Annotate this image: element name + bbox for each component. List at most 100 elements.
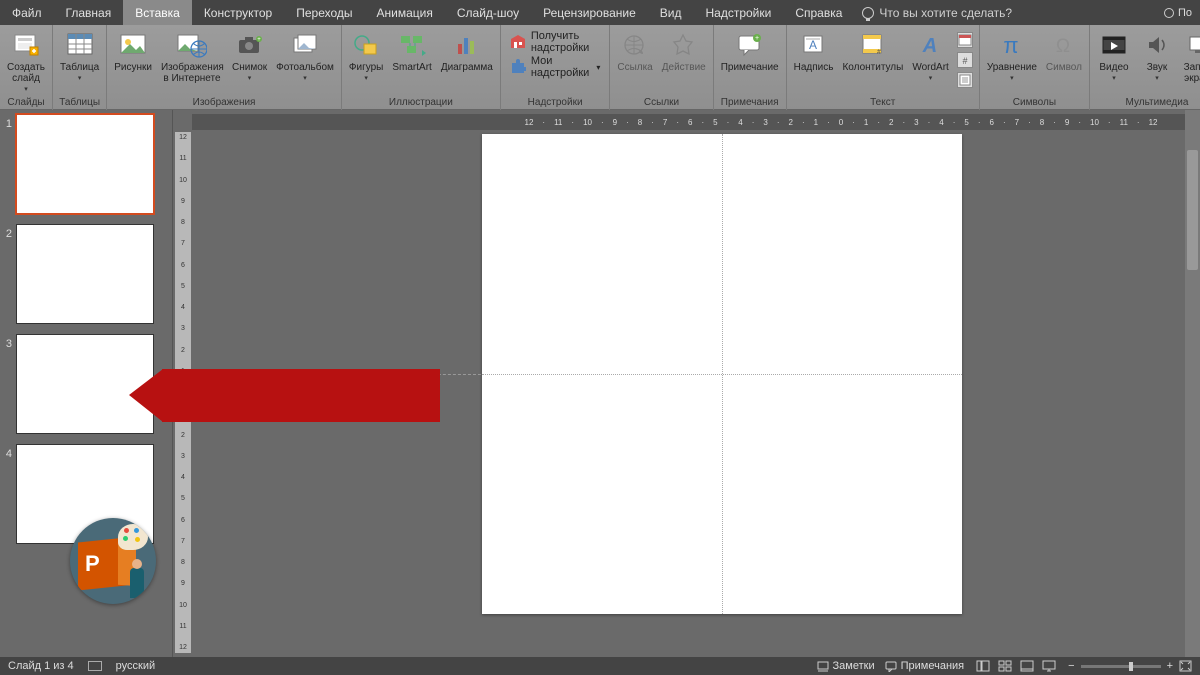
group-label-media: Мультимедиа <box>1090 95 1200 110</box>
group-media: Видео ▾ Звук ▾ Запись экрана Мультимедиа <box>1090 25 1200 110</box>
group-illustrations: Фигуры ▾ SmartArt Диаграмма Иллюстрации <box>342 25 501 110</box>
slide-number-button[interactable]: # <box>957 52 973 68</box>
online-pictures-button[interactable]: Изображения в Интернете <box>157 28 227 86</box>
tab-review[interactable]: Рецензирование <box>531 0 648 25</box>
normal-view-button[interactable] <box>974 659 992 673</box>
svg-text:A: A <box>921 35 936 57</box>
link-icon <box>620 30 650 60</box>
new-slide-button[interactable]: Создать слайд ▾ <box>3 28 49 95</box>
tab-view[interactable]: Вид <box>648 0 694 25</box>
table-button[interactable]: Таблица ▾ <box>56 28 103 84</box>
photo-album-button[interactable]: Фотоальбом ▾ <box>272 28 338 84</box>
svg-text:#: # <box>962 56 967 66</box>
status-bar: Слайд 1 из 4 русский Заметки Примечания … <box>0 657 1200 675</box>
svg-text:+: + <box>755 35 759 42</box>
tab-file[interactable]: Файл <box>0 0 54 25</box>
group-label-text: Текст <box>787 95 979 110</box>
notes-icon <box>817 661 829 672</box>
symbol-button[interactable]: Ω Символ <box>1042 28 1086 75</box>
zoom-in-button[interactable]: + <box>1167 660 1173 672</box>
get-addins-button[interactable]: Получить надстройки <box>510 31 601 53</box>
slide-thumbnail-1[interactable] <box>16 114 154 214</box>
symbol-icon: Ω <box>1049 30 1079 60</box>
tab-slideshow[interactable]: Слайд-шоу <box>445 0 531 25</box>
shapes-button[interactable]: Фигуры ▾ <box>345 28 387 84</box>
sorter-view-button[interactable] <box>996 659 1014 673</box>
group-label-tables: Таблицы <box>53 95 106 110</box>
tab-help[interactable]: Справка <box>783 0 854 25</box>
pictures-button[interactable]: Рисунки <box>110 28 156 75</box>
picture-icon <box>118 30 148 60</box>
annotation-arrow <box>129 369 440 422</box>
video-button[interactable]: Видео ▾ <box>1093 28 1135 84</box>
tell-me-label: Что вы хотите сделать? <box>879 6 1012 20</box>
chart-button[interactable]: Диаграмма <box>437 28 497 75</box>
language-indicator[interactable]: русский <box>116 660 155 672</box>
dropdown-arrow-icon: ▾ <box>1112 74 1116 82</box>
object-button[interactable] <box>957 72 973 88</box>
group-label-links: Ссылки <box>610 95 712 110</box>
photo-album-icon <box>290 30 320 60</box>
notes-button[interactable]: Заметки <box>817 660 875 672</box>
comments-button[interactable]: Примечания <box>885 660 965 672</box>
screen-recording-button[interactable]: Запись экрана <box>1179 28 1200 86</box>
camera-icon: + <box>235 30 265 60</box>
thumb-number: 2 <box>0 224 16 324</box>
hyperlink-button[interactable]: Ссылка <box>613 28 656 75</box>
new-slide-icon <box>11 30 41 60</box>
dropdown-arrow-icon: ▾ <box>596 63 600 72</box>
audio-button[interactable]: Звук ▾ <box>1136 28 1178 84</box>
zoom-control[interactable]: − + <box>1068 660 1192 672</box>
smartart-icon <box>397 30 427 60</box>
reading-view-button[interactable] <box>1018 659 1036 673</box>
date-time-button[interactable] <box>957 32 973 48</box>
fit-to-window-button[interactable] <box>1179 660 1192 672</box>
horizontal-guide <box>482 374 962 375</box>
wordart-button[interactable]: A WordArt ▾ <box>908 28 953 84</box>
group-text: A Надпись # Колонтитулы A WordArt ▾ # Те… <box>787 25 980 110</box>
header-footer-button[interactable]: # Колонтитулы <box>838 28 907 75</box>
dropdown-arrow-icon: ▾ <box>303 74 307 82</box>
action-button[interactable]: Действие <box>658 28 710 75</box>
textbox-button[interactable]: A Надпись <box>790 28 838 75</box>
tab-insert[interactable]: Вставка <box>123 0 192 25</box>
tab-home[interactable]: Главная <box>54 0 124 25</box>
group-comments: + Примечание Примечания <box>714 25 787 110</box>
group-slides: Создать слайд ▾ Слайды <box>0 25 53 110</box>
svg-text:Ω: Ω <box>1056 36 1070 57</box>
zoom-out-button[interactable]: − <box>1068 660 1074 672</box>
group-symbols: π Уравнение ▾ Ω Символ Символы <box>980 25 1090 110</box>
textbox-icon: A <box>799 30 829 60</box>
group-tables: Таблица ▾ Таблицы <box>53 25 107 110</box>
slide-thumbnail-2[interactable] <box>16 224 154 324</box>
tab-animations[interactable]: Анимация <box>365 0 445 25</box>
action-icon <box>669 30 699 60</box>
tell-me-search[interactable]: Что вы хотите сделать? <box>862 0 1012 25</box>
account-button[interactable]: По <box>1164 0 1192 25</box>
thumb-number: 1 <box>0 114 16 214</box>
vertical-scrollbar[interactable] <box>1185 110 1200 657</box>
slideshow-view-button[interactable] <box>1040 659 1058 673</box>
powerpoint-badge-icon: P <box>70 518 156 604</box>
zoom-slider[interactable] <box>1081 665 1161 668</box>
store-icon <box>510 34 526 50</box>
svg-text:π: π <box>1003 33 1018 58</box>
tab-transitions[interactable]: Переходы <box>284 0 364 25</box>
tab-design[interactable]: Конструктор <box>192 0 284 25</box>
equation-button[interactable]: π Уравнение ▾ <box>983 28 1041 84</box>
screen-recording-icon <box>1185 30 1200 60</box>
screenshot-button[interactable]: + Снимок ▾ <box>228 28 271 84</box>
video-icon <box>1099 30 1129 60</box>
comment-icon: + <box>735 30 765 60</box>
thumb-number: 4 <box>0 444 16 544</box>
new-comment-button[interactable]: + Примечание <box>717 28 783 75</box>
spellcheck-icon[interactable] <box>88 661 102 671</box>
scrollbar-thumb[interactable] <box>1187 150 1198 270</box>
account-label: По <box>1178 7 1192 19</box>
dropdown-arrow-icon: ▾ <box>1155 74 1159 82</box>
tab-addins[interactable]: Надстройки <box>693 0 783 25</box>
slide-canvas[interactable] <box>482 134 962 614</box>
my-addins-button[interactable]: Мои надстройки ▾ <box>510 56 601 78</box>
wordart-icon: A <box>916 30 946 60</box>
smartart-button[interactable]: SmartArt <box>388 28 435 75</box>
